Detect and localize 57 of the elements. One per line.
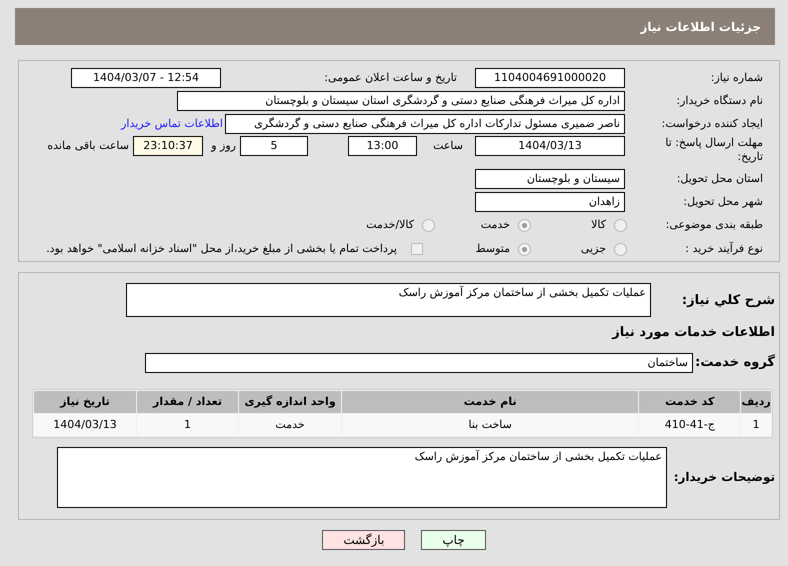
option-label: کالا/خدمت	[366, 216, 414, 233]
checkbox[interactable]	[411, 243, 423, 256]
announce-date-field: 1404/03/07 - 12:54	[71, 68, 221, 88]
field-label: شماره نیاز:	[710, 71, 763, 84]
radio-button[interactable]	[422, 218, 435, 232]
field-label: توضیحات خریدار:	[674, 470, 775, 484]
radio-button[interactable]	[518, 218, 531, 232]
service-group-field: ساختمان	[145, 353, 693, 373]
column-header: کد خدمت	[639, 391, 740, 413]
field-label: روز و	[211, 138, 236, 152]
table-cell: 1	[137, 414, 238, 436]
option-label: خدمت	[480, 216, 510, 233]
table-cell: 1404/03/13	[34, 414, 136, 436]
field-label: ایجاد کننده درخواست:	[662, 116, 763, 130]
requester-field: ناصر ضمیری مسئول تدارکات اداره کل میراث فرهنگی صنایع دستی و گردشگری	[225, 114, 625, 134]
field-label: گروه خدمت:	[695, 355, 775, 370]
contact-link[interactable]: اطلاعات تماس خریدار	[121, 116, 223, 132]
table-cell: ج-41-410	[639, 414, 740, 436]
option-label: متوسط	[475, 240, 510, 257]
option-label: جزیی	[580, 240, 606, 257]
field-label: شرح کلي نیاز:	[682, 293, 775, 308]
back-button[interactable]: بازگشت	[322, 530, 406, 550]
remaining-time-field: 23:10:37	[133, 136, 203, 156]
page-title: جزئیات اطلاعات نیاز	[640, 18, 761, 36]
city-field: زاهدان	[475, 192, 625, 212]
field-label: تاریخ و ساعت اعلان عمومی:	[324, 71, 457, 84]
buyer-notes-field[interactable]: عملیات تکمیل بخشی از ساختمان مرکز آموزش راسک	[57, 447, 667, 508]
column-header: تاریخ نیاز	[34, 391, 136, 413]
column-header: تعداد / مقدار	[137, 391, 238, 413]
option-label: کالا	[591, 216, 606, 233]
field-label: ساعت باقی مانده	[47, 138, 129, 152]
table-cell: 1	[741, 414, 771, 436]
field-label: نوع فرآیند خرید :	[685, 242, 763, 255]
days-field: 5	[240, 136, 308, 156]
column-header: واحد اندازه گیری	[239, 391, 342, 413]
radio-button[interactable]	[614, 242, 627, 256]
deadline-date-field: 1404/03/13	[475, 136, 625, 156]
province-field: سیستان و بلوچستان	[475, 168, 625, 189]
need-number-field: 1104004691000020	[475, 68, 625, 88]
column-header: نام خدمت	[342, 391, 638, 413]
field-label: نام دستگاه خریدار:	[676, 94, 763, 108]
field-label: استان محل تحویل:	[676, 172, 763, 185]
table-cell: خدمت	[239, 414, 342, 436]
column-header: ردیف	[741, 391, 771, 413]
table-cell: ساخت بنا	[342, 414, 638, 436]
field-label: شهر محل تحویل:	[683, 194, 763, 208]
field-label: ساعت	[433, 138, 463, 152]
payment-note: پرداخت تمام یا بخشی از مبلغ خرید،از محل "اسناد خزانه اسلامی" خواهد بود.	[46, 240, 397, 257]
print-button[interactable]: چاپ	[421, 530, 486, 550]
field-label: طبقه بندی موضوعی:	[666, 218, 763, 231]
section-title: اطلاعات خدمات مورد نیاز	[612, 324, 775, 342]
field-label: مهلت ارسال پاسخ: تا تاریخ:	[664, 136, 763, 164]
radio-button[interactable]	[518, 242, 531, 256]
radio-button[interactable]	[614, 218, 627, 232]
buyer-org-field: اداره کل میراث فرهنگی صنایع دستی و گردشگری استان سیستان و بلوچستان	[177, 91, 625, 112]
time-field: 13:00	[348, 136, 417, 156]
description-field[interactable]: عملیات تکمیل بخشی از ساختمان مرکز آموزش راسک	[126, 283, 651, 317]
